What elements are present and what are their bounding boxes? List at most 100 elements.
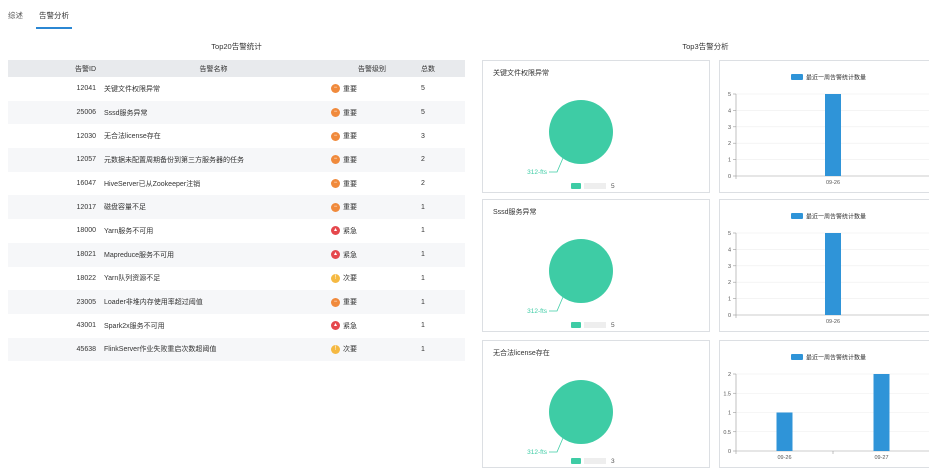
top20-title: Top20告警统计 [211,42,262,51]
alarm-level-cell: − 重要 [327,148,417,172]
alarm-id-cell: 12041 [76,85,96,93]
alarm-level-cell: ! 次要 [327,337,417,362]
y-tick-label: 1.5 [723,391,731,397]
alarm-level-label: 重要 [343,299,357,307]
warning-circle-icon: ! [331,344,340,354]
table-row[interactable]: 12030 无合法license存在 − 重要 3 [8,124,465,148]
alarm-level-label: 重要 [343,85,357,93]
y-tick-label: 2 [728,141,731,147]
column-header-alarm-name[interactable]: 告警名称 [100,60,327,77]
alarm-level-cell: − 重要 [327,290,417,314]
bar-legend-swatch[interactable] [791,213,803,219]
minus-circle-icon: − [331,108,340,118]
table-row[interactable]: 18022 Yarn队列资源不足! 次要 1 [8,267,465,291]
alarm-level-cell: − 重要 [327,124,417,148]
y-tick-label: 2 [728,372,731,378]
pie-chart: 312-fts 5 [527,100,615,190]
flame-icon: ▴ [331,226,340,236]
bar-legend-swatch[interactable] [791,354,803,360]
y-tick-label: 0 [728,313,731,319]
pie-legend-swatch[interactable] [571,322,581,328]
alarm-level-label: 重要 [343,133,357,141]
column-header-alarm-id[interactable]: 告警ID [8,60,100,77]
alarm-id-cell: 25006 [8,100,100,125]
bar-chart: 最近一周告警统计数量 0 0.5 1 1.5 2 09-26 09-27 [723,354,929,461]
alarm-name-cell: Spark2x服务不可用 [104,322,165,330]
alarm-name-cell: 关键文件权限异常 [104,85,160,93]
alarm-count-cell: 3 [421,132,425,140]
alarm-name-cell: 磁盘容量不足 [100,195,327,220]
pie-slice-label: 312-fts [527,169,548,176]
flame-icon: ▴ [331,250,340,260]
table-row[interactable]: 12057 元数据未配置周期备份到第三方服务器的任务 − 重要 2 [8,148,465,172]
y-tick-label: 4 [728,247,731,253]
bar-legend-label: 最近一周告警统计数量 [806,74,866,82]
bar-legend-label: 最近一周告警统计数量 [806,213,866,221]
alarm-name-cell: Mapreduce服务不可用 [100,242,327,267]
table-row[interactable]: 43001 Spark2x服务不可用 ▴ 紧急 1 [8,314,465,338]
alarm-name-cell: Loader非堆内存使用率超过阈值 [100,290,327,314]
alarm-count-cell: 2 [417,148,465,172]
pie-slice[interactable] [549,239,613,303]
y-tick-label: 1 [728,297,731,303]
minus-circle-icon: − [331,202,340,212]
pie-legend-value: 5 [611,183,615,190]
alarm-level-cell: − 重要 [327,77,417,101]
x-tick-label: 09-27 [874,455,888,461]
table-row[interactable]: 18021 Mapreduce服务不可用 ▴ 紧急 1 [8,242,465,267]
bar[interactable] [873,374,890,451]
alarm-count-cell: 1 [417,337,465,362]
pie-slice-label: 312-fts [527,308,548,315]
table-row[interactable]: 45638 FlinkServer作业失败重启次数超阈值! 次要 1 [8,337,465,362]
alarm-name-cell: 元数据未配置周期备份到第三方服务器的任务 [100,148,327,172]
alarm-id-cell: 12057 [8,148,100,172]
y-tick-label: 3 [728,125,731,131]
table-row[interactable]: 16047 HiveServer已从Zookeeper注销 − 重要 2 [8,172,465,196]
pie-slice[interactable] [549,100,613,164]
minus-circle-icon: − [331,297,340,307]
alarm-level-cell: − 重要 [327,172,417,196]
alarm-count-cell: 5 [417,100,465,125]
table-row[interactable]: 18000 Yarn服务不可用 ▴ 紧急 1 [8,219,465,243]
pie-legend-swatch[interactable] [571,458,581,464]
y-tick-label: 1 [728,411,731,417]
alarm-id-cell: 18022 [76,274,96,282]
alarm-level-cell: ▴ 紧急 [327,242,417,267]
pie-chart: 312-fts 3 [527,380,615,465]
pie-label-line [549,157,564,173]
column-header-total[interactable]: 总数 [417,60,465,77]
alarm-level-label: 重要 [343,156,357,164]
bar[interactable] [776,412,793,452]
alarm-level-label: 紧急 [343,322,357,330]
y-tick-label: 0.5 [723,430,731,436]
alarm-level-label: 重要 [343,204,357,212]
tab-alarm-analysis[interactable]: 告警分析 [36,9,72,29]
alarm-level-label: 紧急 [343,251,357,259]
tab-overview[interactable]: 综述 [8,9,23,29]
alarm-table: 告警ID 告警名称 告警级别 总数 12041 关键文件权限异常 − 重要 5 25006… [8,60,465,362]
table-header-row: 告警ID 告警名称 告警级别 总数 [8,60,465,77]
bar-panel: 最近一周告警统计数量 0 1 2 3 4 5 09-26 [719,60,929,193]
bar[interactable] [825,94,841,176]
alarm-name-cell: HiveServer已从Zookeeper注销 [104,180,201,188]
pie-legend-swatch[interactable] [571,183,581,189]
bar[interactable] [825,233,841,315]
minus-circle-icon: − [331,155,340,165]
alarm-count-cell: 1 [421,322,425,330]
alarm-id-cell: 12017 [8,195,100,220]
pie-label-line [549,437,564,453]
alarm-count-cell: 1 [417,242,465,267]
alarm-level-label: 紧急 [343,227,357,235]
table-row[interactable]: 12041 关键文件权限异常 − 重要 5 [8,77,465,101]
bar-chart: 最近一周告警统计数量 0 1 2 3 4 5 09-26 [728,213,929,325]
table-row[interactable]: 23005 Loader非堆内存使用率超过阈值 − 重要 1 [8,290,465,314]
table-row[interactable]: 12017 磁盘容量不足 − 重要 1 [8,195,465,220]
pie-legend-value: 5 [611,322,615,329]
column-header-alarm-level[interactable]: 告警级别 [327,60,417,77]
table-row[interactable]: 25006 Sssd服务异常 − 重要 5 [8,100,465,125]
pie-slice[interactable] [549,380,613,444]
bar-panel: 最近一周告警统计数量 0 0.5 1 1.5 2 09-26 09-27 [719,340,929,468]
bar-legend-swatch[interactable] [791,74,803,80]
y-tick-label: 4 [728,108,731,114]
minus-circle-icon: − [331,131,340,141]
